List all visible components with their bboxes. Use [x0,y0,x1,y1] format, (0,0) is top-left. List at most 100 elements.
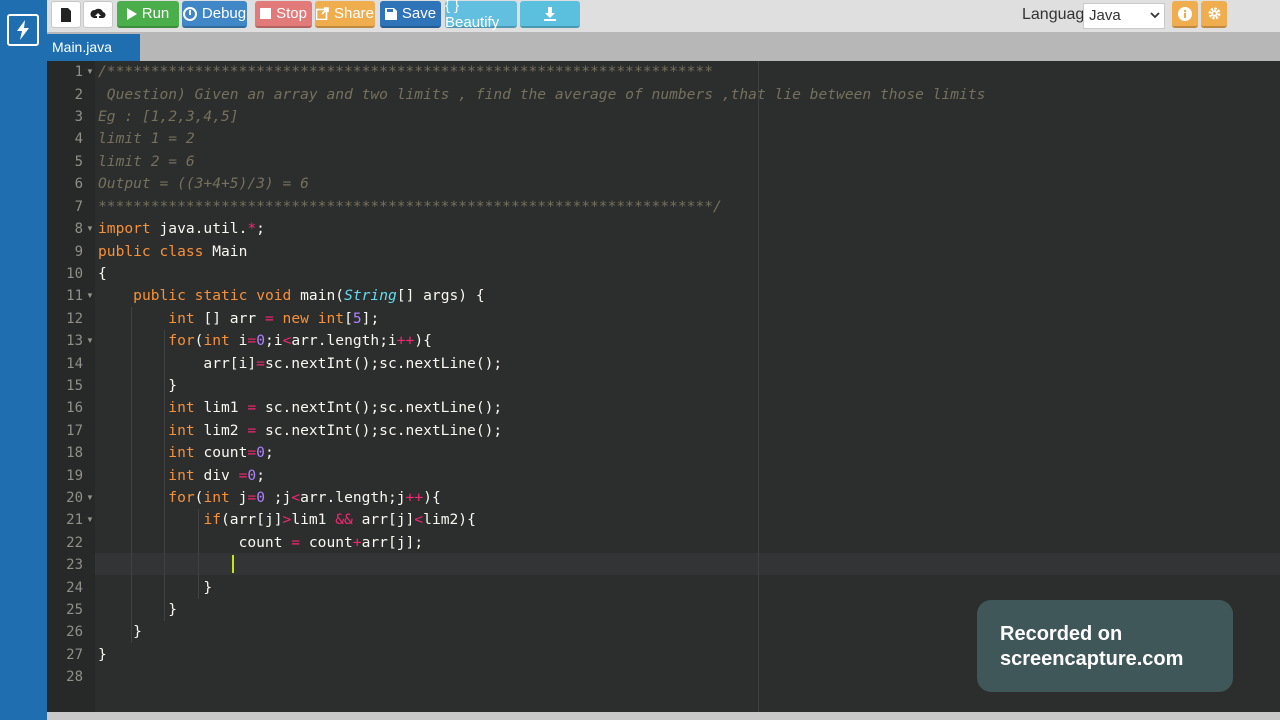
code-line: } [98,623,142,640]
run-label: Run [141,5,170,22]
code-line: } [98,579,213,596]
fold-arrow-icon[interactable]: ▼ [86,285,94,307]
code-line: for(int i=0;i<arr.length;i++){ [168,332,432,349]
line-number: 21 [66,512,83,528]
code-line: Eg : [1,2,3,4,5] [98,108,239,125]
chevron-down-icon [1150,12,1160,19]
fold-arrow-icon[interactable]: ▼ [86,218,94,240]
watermark-line-1: Recorded on [1000,623,1123,645]
watermark-line-2: screencapture.com [1000,648,1184,670]
file-tab-bar: Main.java [47,32,1280,61]
code-line: { [98,265,107,282]
line-number: 14 [66,356,83,372]
code-line: int lim1 = sc.nextInt();sc.nextLine(); [168,399,503,416]
debug-icon [182,6,197,21]
code-line: ****************************************… [98,198,722,215]
settings-button[interactable] [1201,1,1227,28]
line-number: 20 [66,490,83,506]
stop-label: Stop [276,5,307,22]
code-line: int div =0; [168,467,265,484]
tab-label: Main.java [52,39,112,55]
line-number: 22 [66,535,83,551]
code-line: if(arr[j]>lim1 && arr[j]<lim2){ [203,511,476,528]
line-number: 6 [74,176,83,192]
fold-arrow-icon[interactable]: ▼ [86,509,94,531]
code-line: public static void main(String[] args) { [133,287,485,304]
save-label: Save [401,5,437,22]
stop-button[interactable]: Stop [255,1,312,28]
fold-arrow-icon[interactable]: ▼ [86,61,94,83]
toolbar: Run Debug Stop Share Save { } Beautify L… [47,0,1280,32]
share-label: Share [333,5,375,22]
download-icon [544,6,556,21]
line-number: 24 [66,580,83,596]
line-number: 18 [66,445,83,461]
line-number: 19 [66,468,83,484]
run-button[interactable]: Run [117,1,179,28]
line-number: 1 [74,64,83,80]
language-select[interactable]: Java [1083,3,1165,29]
code-line: Question) Given an array and two limits … [98,86,986,103]
line-number: 4 [74,131,83,147]
share-icon [315,7,329,20]
code-line: arr[i]=sc.nextInt();sc.nextLine(); [98,355,503,372]
line-number: 2 [74,87,83,103]
save-button[interactable]: Save [380,1,441,28]
new-file-icon [61,7,71,22]
code-line: import java.util.*; [98,220,265,237]
tab-main-java[interactable]: Main.java [47,34,140,61]
line-number: 3 [74,109,83,125]
share-button[interactable]: Share [315,1,375,28]
line-number: 25 [66,602,83,618]
debug-label: Debug [201,5,247,22]
code-line: for(int j=0 ;j<arr.length;j++){ [168,489,441,506]
line-number: 16 [66,400,83,416]
line-number: 11 [66,288,83,304]
language-value: Java [1089,7,1121,24]
code-line: public class Main [98,243,248,260]
line-number: 12 [66,311,83,327]
code-line: /***************************************… [98,63,714,80]
code-line: limit 1 = 2 [98,130,195,147]
text-cursor [232,555,234,573]
line-number: 17 [66,423,83,439]
upload-button[interactable] [83,1,113,28]
code-line: count = count+arr[j]; [98,534,424,551]
recording-watermark: Recorded on screencapture.com [977,600,1233,692]
code-line: int lim2 = sc.nextInt();sc.nextLine(); [168,422,503,439]
debug-button[interactable]: Debug [182,1,247,28]
lightning-logo-icon[interactable] [7,14,39,46]
line-number-gutter: 1 2 3 4 5 6 7 8 9 10 11 12 13 14 15 16 1… [47,61,95,712]
save-icon [384,7,397,20]
active-line-highlight [95,553,1280,575]
line-number: 7 [74,199,83,215]
print-margin [758,61,759,712]
left-sidebar [0,0,47,720]
code-line: } [98,646,107,663]
gear-icon [1208,7,1220,20]
new-file-button[interactable] [51,1,81,28]
fold-arrow-icon[interactable]: ▼ [86,487,94,509]
line-number: 13 [66,333,83,349]
line-number: 9 [74,244,83,260]
beautify-label: { } Beautify [445,0,500,31]
code-line: limit 2 = 6 [98,153,195,170]
line-number: 28 [66,669,83,685]
info-icon [1178,6,1192,21]
line-number: 23 [66,557,83,573]
stop-icon [260,8,272,19]
line-number: 26 [66,624,83,640]
upload-icon [90,8,106,20]
code-line: } [98,377,178,394]
line-number: 8 [74,221,83,237]
line-number: 10 [66,266,83,282]
download-button[interactable] [520,1,580,28]
line-number: 15 [66,378,83,394]
beautify-button[interactable]: { } Beautify [445,0,517,31]
code-line: int [] arr = new int[5]; [168,310,380,327]
code-line: Output = ((3+4+5)/3) = 6 [98,175,309,192]
fold-arrow-icon[interactable]: ▼ [86,330,94,352]
bottom-panel-edge [47,712,1280,720]
info-button[interactable] [1172,1,1198,28]
